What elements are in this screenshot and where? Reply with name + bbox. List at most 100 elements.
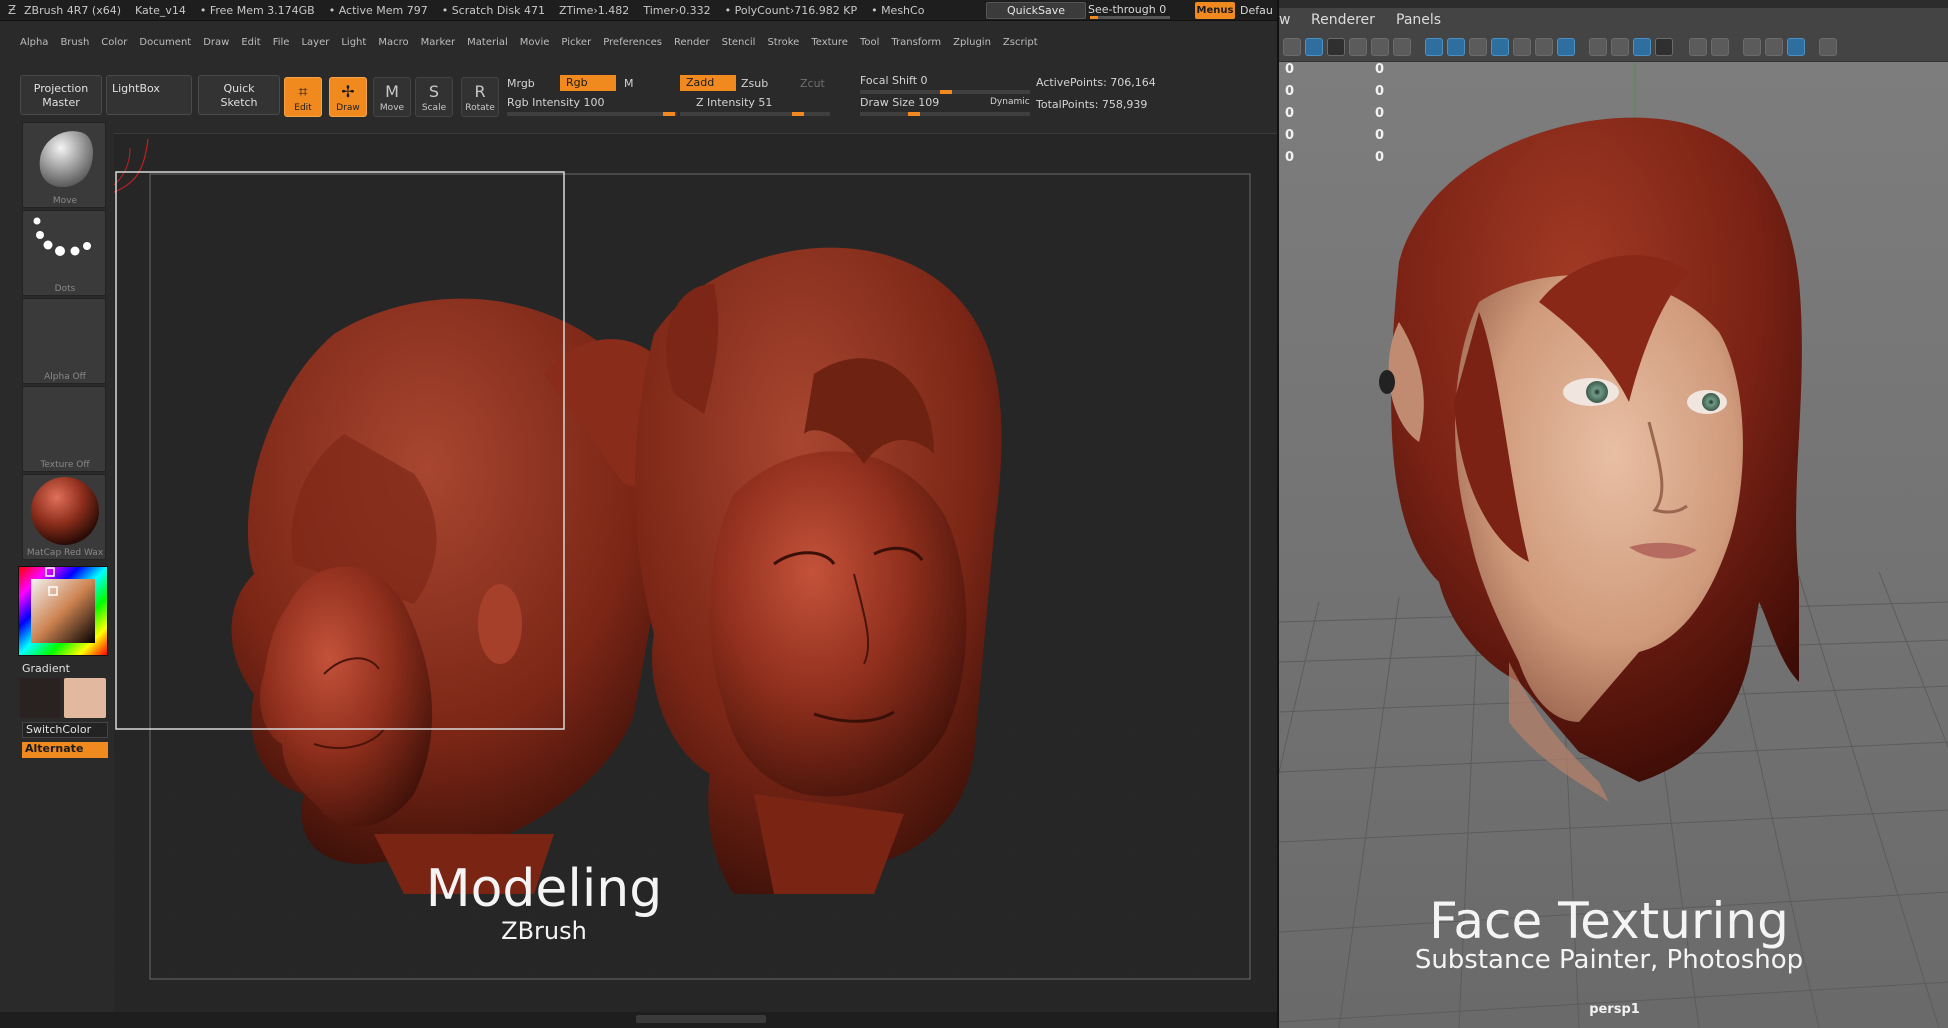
textured-icon[interactable]: [1491, 38, 1509, 56]
draw-size-slider[interactable]: [860, 112, 1030, 116]
edit-icon: ⌗: [298, 82, 308, 101]
menu-edit[interactable]: Edit: [241, 37, 260, 48]
menu-picker[interactable]: Picker: [561, 37, 591, 48]
menus-button[interactable]: Menus: [1195, 2, 1235, 19]
anti-alias-icon[interactable]: [1633, 38, 1651, 56]
menu-view-partial[interactable]: w: [1279, 8, 1290, 32]
menu-stencil[interactable]: Stencil: [722, 37, 756, 48]
mrgb-button[interactable]: Mrgb: [507, 77, 535, 90]
zsub-button[interactable]: Zsub: [741, 77, 768, 90]
polycount-stat: • PolyCount›716.982 KP: [724, 3, 858, 17]
zadd-button[interactable]: Zadd: [680, 75, 736, 91]
gamma-icon[interactable]: [1819, 38, 1837, 56]
quicksave-button[interactable]: QuickSave: [986, 2, 1086, 19]
image-plane-icon[interactable]: [1327, 38, 1345, 56]
menu-preferences[interactable]: Preferences: [603, 37, 662, 48]
hud-row-5-col-2: 0: [1375, 150, 1385, 165]
zcut-button[interactable]: Zcut: [800, 77, 825, 90]
lightbox-button[interactable]: LightBox: [106, 75, 192, 115]
zbrush-menu-bar: Alpha Brush Color Document Draw Edit Fil…: [0, 32, 1277, 52]
maya-perspective-view[interactable]: 0 0 0 0 0 0 0 0 0 0 Face Texturing Subst…: [1279, 62, 1948, 1028]
menu-renderer[interactable]: Renderer: [1311, 8, 1375, 32]
menu-render[interactable]: Render: [674, 37, 710, 48]
material-sphere-icon: [31, 477, 99, 545]
film-gate-icon[interactable]: [1371, 38, 1389, 56]
menu-material[interactable]: Material: [467, 37, 508, 48]
isolate-select-icon[interactable]: [1689, 38, 1707, 56]
projection-master-button[interactable]: Projection Master: [20, 75, 102, 115]
menu-draw[interactable]: Draw: [203, 37, 229, 48]
secondary-color-swatch[interactable]: [20, 678, 60, 718]
smooth-shade-icon[interactable]: [1447, 38, 1465, 56]
dynamic-toggle[interactable]: Dynamic: [990, 97, 1030, 107]
m-button[interactable]: M: [624, 77, 634, 90]
rotate-button[interactable]: R Rotate: [461, 77, 499, 117]
xray-joints-icon[interactable]: [1743, 38, 1761, 56]
grid-toggle-icon[interactable]: [1349, 38, 1367, 56]
menu-tool[interactable]: Tool: [860, 37, 879, 48]
maya-viewport-panel: w Renderer Panels 0 0 0 0 0 0 0 0 0 0 Fa…: [1277, 0, 1948, 1028]
alternate-button[interactable]: Alternate: [22, 742, 108, 758]
menu-marker[interactable]: Marker: [421, 37, 456, 48]
xray-icon[interactable]: [1711, 38, 1729, 56]
menu-stroke[interactable]: Stroke: [767, 37, 799, 48]
depth-of-field-icon[interactable]: [1655, 38, 1673, 56]
timer-stat: Timer›0.332: [643, 3, 711, 17]
menu-movie[interactable]: Movie: [520, 37, 550, 48]
edit-button[interactable]: ⌗ Edit: [284, 77, 322, 117]
texture-caption: Texture Off: [40, 460, 90, 470]
menu-alpha[interactable]: Alpha: [20, 37, 48, 48]
xray-components-icon[interactable]: [1765, 38, 1783, 56]
bookmarks-icon[interactable]: [1305, 38, 1323, 56]
checker-icon[interactable]: [1513, 38, 1531, 56]
gradient-label[interactable]: Gradient: [22, 662, 70, 675]
z-intensity-knob: [792, 112, 804, 116]
menu-document[interactable]: Document: [139, 37, 191, 48]
z-intensity-label: Z Intensity 51: [696, 96, 773, 109]
color-picker[interactable]: [18, 566, 108, 656]
screen-space-ao-icon[interactable]: [1787, 38, 1805, 56]
menu-light[interactable]: Light: [341, 37, 366, 48]
shadows-icon[interactable]: [1557, 38, 1575, 56]
ambient-occlusion-icon[interactable]: [1589, 38, 1607, 56]
file-name: Kate_v14: [135, 3, 186, 17]
texture-thumbnail[interactable]: Texture Off: [22, 386, 106, 472]
menu-file[interactable]: File: [273, 37, 290, 48]
menu-zscript[interactable]: Zscript: [1003, 37, 1038, 48]
app-title: ZBrush 4R7 (x64): [24, 3, 122, 17]
menu-layer[interactable]: Layer: [301, 37, 329, 48]
menu-brush[interactable]: Brush: [60, 37, 89, 48]
scale-button[interactable]: S Scale: [415, 77, 453, 117]
motion-blur-icon[interactable]: [1611, 38, 1629, 56]
menu-zplugin[interactable]: Zplugin: [953, 37, 991, 48]
camera-attributes-icon[interactable]: [1283, 38, 1301, 56]
see-through-slider[interactable]: See-through 0: [1088, 2, 1178, 19]
wireframe-icon[interactable]: [1425, 38, 1443, 56]
menu-texture[interactable]: Texture: [811, 37, 848, 48]
zbrush-canvas[interactable]: Modeling ZBrush: [114, 133, 1277, 1018]
primary-color-swatch[interactable]: [64, 678, 106, 718]
switch-color-button[interactable]: SwitchColor: [22, 722, 108, 738]
brush-thumbnail[interactable]: Move: [22, 122, 106, 208]
resolution-gate-icon[interactable]: [1393, 38, 1411, 56]
alpha-thumbnail[interactable]: Alpha Off: [22, 298, 106, 384]
default-script-button[interactable]: Defau: [1240, 2, 1273, 19]
menu-color[interactable]: Color: [101, 37, 127, 48]
modeling-caption-subtitle: ZBrush: [501, 917, 587, 945]
quick-sketch-button[interactable]: Quick Sketch: [198, 75, 280, 115]
menu-macro[interactable]: Macro: [378, 37, 408, 48]
menu-panels[interactable]: Panels: [1396, 8, 1441, 32]
wireframe-on-shaded-icon[interactable]: [1469, 38, 1487, 56]
z-intensity-slider[interactable]: [680, 112, 830, 116]
move-button[interactable]: M Move: [373, 77, 411, 117]
bottom-tray-handle[interactable]: [636, 1015, 766, 1023]
focal-shift-slider[interactable]: [860, 90, 1030, 94]
stroke-thumbnail[interactable]: Dots: [22, 210, 106, 296]
material-thumbnail[interactable]: MatCap Red Wax: [22, 474, 106, 560]
lights-icon[interactable]: [1535, 38, 1553, 56]
rgb-button[interactable]: Rgb: [560, 75, 616, 91]
draw-button[interactable]: ✢ Draw: [329, 77, 367, 117]
menu-transform[interactable]: Transform: [891, 37, 941, 48]
rgb-intensity-slider[interactable]: [507, 112, 677, 116]
color-swatches[interactable]: [20, 678, 106, 718]
